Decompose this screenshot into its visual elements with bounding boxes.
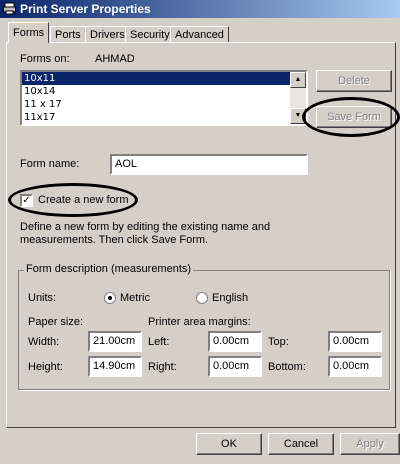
tab-forms-label: Forms — [13, 27, 45, 39]
metric-radio[interactable] — [104, 292, 116, 304]
paper-size-label: Paper size: — [28, 316, 84, 328]
forms-on-label: Forms on: — [20, 53, 70, 65]
left-label: Left: — [148, 336, 170, 348]
top-label: Top: — [268, 336, 289, 348]
height-field[interactable]: 14.90cm — [88, 356, 142, 377]
ok-button[interactable]: OK — [196, 433, 262, 455]
window-title: Print Server Properties — [20, 2, 151, 16]
delete-button[interactable]: Delete — [316, 70, 392, 92]
left-margin-field[interactable]: 0.00cm — [208, 331, 262, 352]
scroll-up-icon[interactable]: ▲ — [290, 72, 306, 88]
annotation-ellipse — [302, 97, 400, 137]
right-label: Right: — [148, 361, 177, 373]
right-margin-field[interactable]: 0.00cm — [208, 356, 262, 377]
help-text-line1: Define a new form by editing the existin… — [20, 221, 271, 233]
list-item[interactable]: 10x14 — [22, 85, 306, 98]
width-label: Width: — [28, 336, 60, 348]
metric-label: Metric — [120, 292, 150, 304]
tab-security[interactable]: Security — [125, 26, 175, 43]
list-item[interactable]: 11x17 — [22, 111, 306, 124]
cancel-button[interactable]: Cancel — [268, 433, 334, 455]
list-item[interactable]: 10x11 — [22, 72, 306, 85]
server-name: AHMAD — [95, 53, 135, 65]
tab-advanced-label: Advanced — [175, 29, 224, 41]
tab-drivers-label: Drivers — [90, 29, 125, 41]
apply-button[interactable]: Apply — [340, 433, 400, 455]
apply-button-label: Apply — [356, 438, 384, 450]
english-radio[interactable] — [196, 292, 208, 304]
delete-button-label: Delete — [338, 75, 370, 87]
forms-listbox[interactable]: 10x11 10x14 11 x 17 11x17 ▲ ▼ — [20, 70, 308, 126]
tab-security-label: Security — [130, 29, 170, 41]
tab-drivers[interactable]: Drivers — [85, 26, 130, 43]
tab-ports[interactable]: Ports — [50, 26, 86, 43]
title-bar[interactable]: Print Server Properties — [0, 0, 400, 18]
radio-dot-icon — [108, 296, 112, 300]
height-label: Height: — [28, 361, 63, 373]
english-label: English — [212, 292, 249, 304]
bottom-margin-field[interactable]: 0.00cm — [328, 356, 382, 377]
form-name-label: Form name: — [20, 158, 80, 170]
tab-forms[interactable]: Forms — [8, 22, 50, 43]
form-description-legend: Form description (measurements) — [24, 263, 194, 275]
printer-icon — [3, 2, 16, 15]
ok-button-label: OK — [221, 438, 237, 450]
list-item[interactable]: 11 x 17 — [22, 98, 306, 111]
top-margin-field[interactable]: 0.00cm — [328, 331, 382, 352]
form-name-field[interactable]: AOL — [110, 154, 308, 175]
margins-label: Printer area margins: — [148, 316, 251, 328]
tab-ports-label: Ports — [55, 29, 81, 41]
units-label: Units: — [28, 292, 57, 304]
cancel-button-label: Cancel — [283, 438, 319, 450]
annotation-ellipse — [8, 183, 138, 217]
tab-advanced[interactable]: Advanced — [170, 26, 229, 43]
bottom-label: Bottom: — [268, 361, 306, 373]
width-field[interactable]: 21.00cm — [88, 331, 142, 352]
help-text-line2: measurements. Then click Save Form. — [20, 234, 209, 246]
